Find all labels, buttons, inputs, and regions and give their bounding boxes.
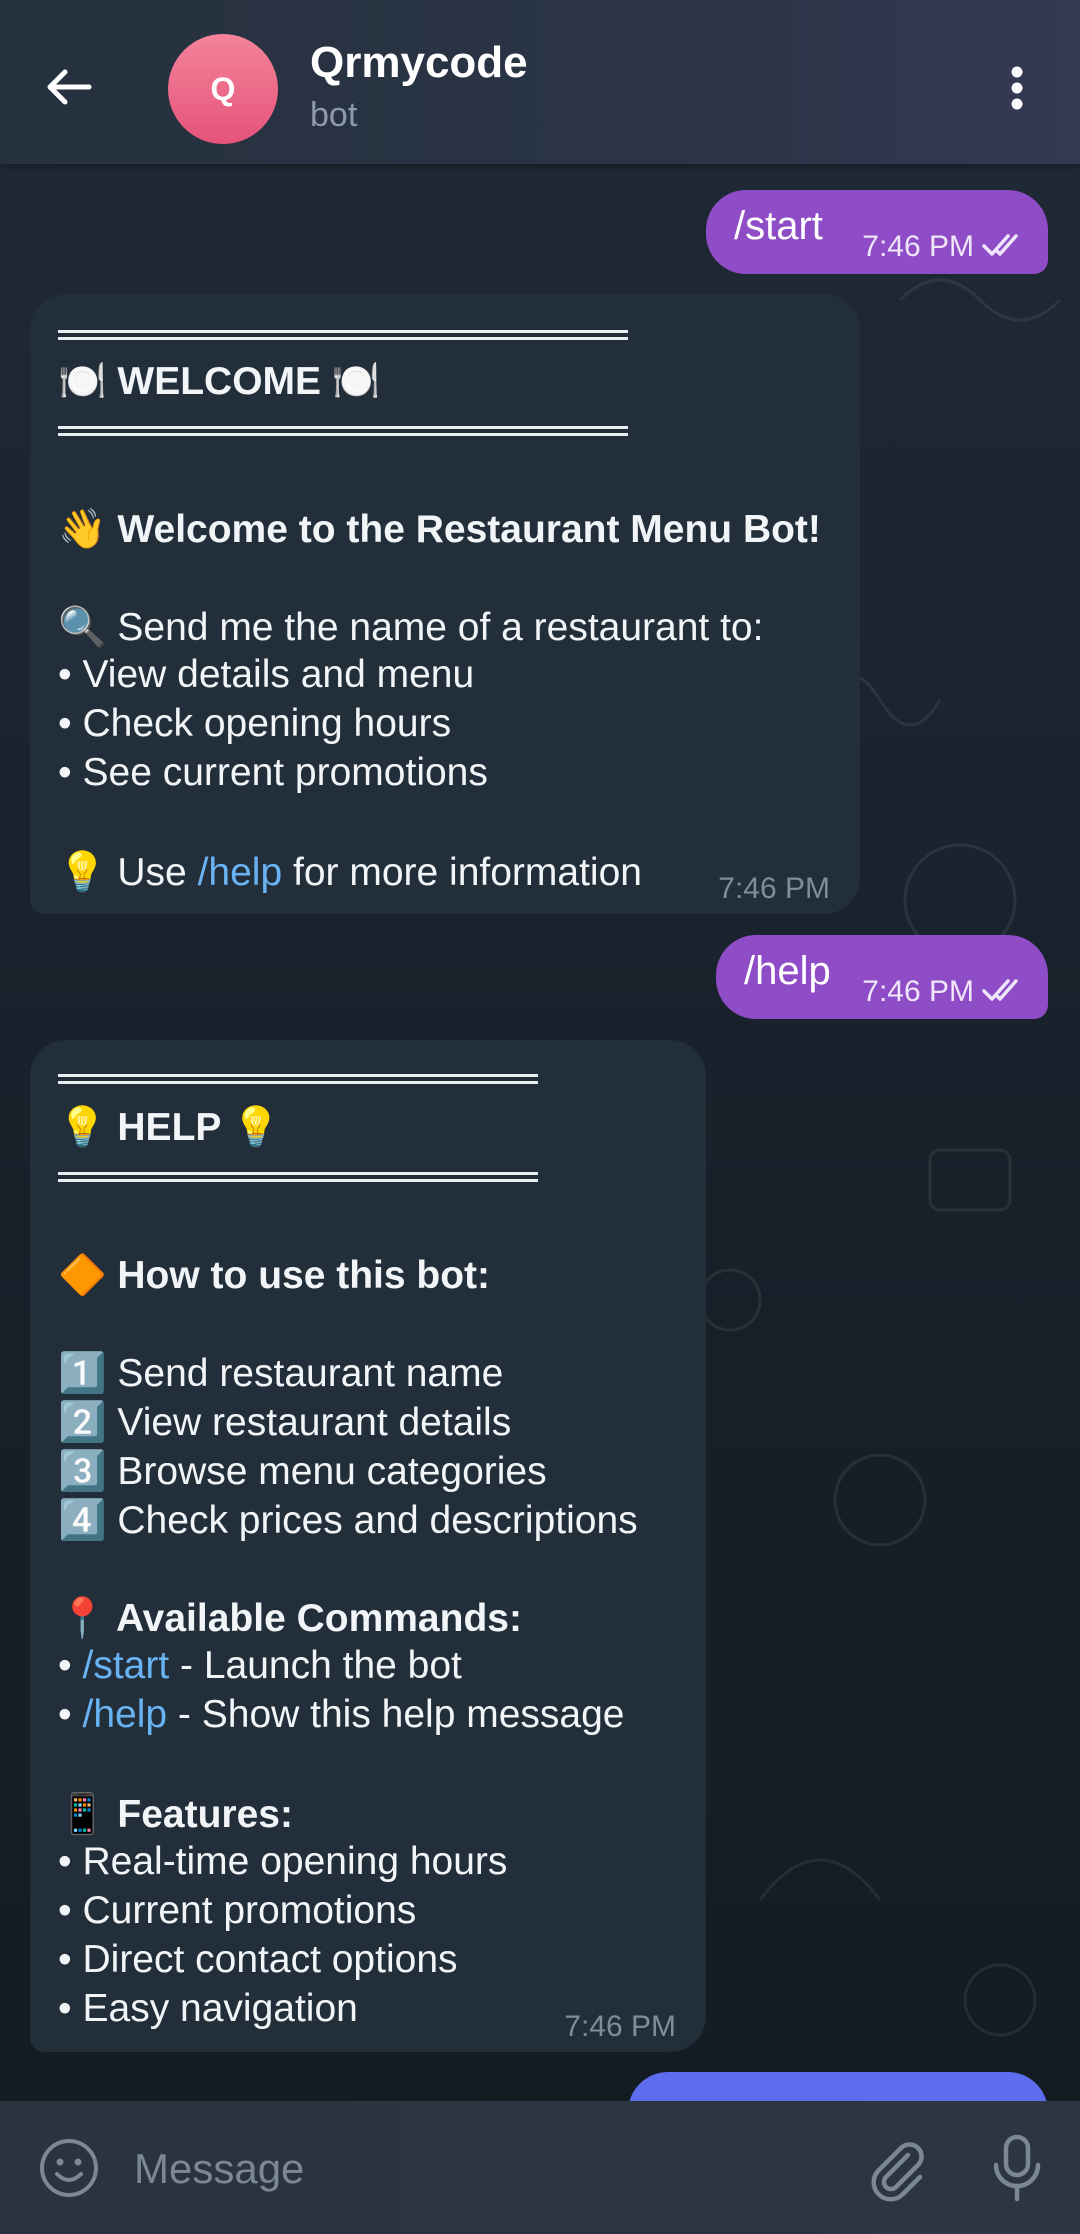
divider (58, 1074, 538, 1084)
message-text: /help (744, 949, 831, 993)
chat-header: Q Qrmycode bot (0, 0, 1080, 164)
bullet: • (58, 1693, 83, 1736)
divider (58, 330, 628, 340)
feature-item: • Direct contact options (58, 1938, 458, 1981)
help-command-link[interactable]: /help (83, 1693, 168, 1736)
welcome-bullet: • View details and menu (58, 653, 475, 696)
double-check-icon (982, 979, 1018, 1001)
divider (58, 426, 628, 436)
chat-title[interactable]: Qrmycode (310, 38, 528, 88)
help-step: 3️⃣ Browse menu categories (58, 1450, 547, 1493)
help-command-link[interactable]: /help (198, 851, 283, 894)
emoji-icon (40, 2139, 98, 2197)
start-command-link[interactable]: /start (83, 1644, 170, 1687)
features-title: 📱 Features: (58, 1793, 293, 1836)
outgoing-message[interactable]: /start 7:46 PM (706, 190, 1048, 274)
feature-item: • Easy navigation (58, 1987, 358, 2030)
welcome-footer: 💡 Use /help for more information (58, 849, 642, 895)
help-step: 2️⃣ View restaurant details (58, 1401, 512, 1444)
message-input[interactable] (132, 2131, 836, 2207)
incoming-message-welcome[interactable]: 🍽️ WELCOME 🍽️ 👋 Welcome to the Restauran… (30, 294, 860, 914)
help-step: 4️⃣ Check prices and descriptions (58, 1499, 638, 1542)
incoming-message-help[interactable]: 💡 HELP 💡 🔶 How to use this bot: 1️⃣ Send… (30, 1040, 706, 2052)
microphone-icon (993, 2134, 1041, 2202)
microphone-button[interactable] (982, 2131, 1052, 2205)
help-heading: 💡 HELP 💡 (58, 1106, 281, 1149)
message-input-bar (0, 2101, 1080, 2234)
arrow-left-icon (47, 69, 92, 105)
feature-item: • Real-time opening hours (58, 1840, 508, 1883)
message-time: 7:46 PM (564, 2010, 676, 2043)
footer-prefix: 💡 Use (58, 851, 198, 894)
divider (58, 1172, 538, 1182)
more-options-button[interactable] (990, 58, 1044, 118)
command-desc: - Show this help message (167, 1693, 625, 1736)
more-vertical-icon (1011, 66, 1023, 110)
chat-subtitle: bot (310, 96, 358, 134)
back-button[interactable] (34, 52, 104, 122)
outgoing-message[interactable]: /help 7:46 PM (716, 935, 1048, 1019)
footer-suffix: for more information (282, 851, 642, 894)
emoji-button[interactable] (38, 2137, 100, 2199)
commands-title: 📍 Available Commands: (58, 1597, 522, 1640)
help-howto: 🔶 How to use this bot: (58, 1254, 491, 1297)
command-item: • /start - Launch the bot (58, 1644, 462, 1688)
double-check-icon (982, 234, 1018, 256)
welcome-bullet: • Check opening hours (58, 702, 452, 745)
avatar[interactable]: Q (168, 34, 278, 144)
command-item: • /help - Show this help message (58, 1693, 624, 1737)
help-step: 1️⃣ Send restaurant name (58, 1352, 504, 1395)
message-time: 7:46 PM (718, 872, 830, 905)
welcome-bullet: • See current promotions (58, 751, 488, 794)
welcome-greeting: 👋 Welcome to the Restaurant Menu Bot! (58, 508, 821, 551)
message-time: 7:46 PM (862, 975, 974, 1008)
welcome-heading: 🍽️ WELCOME 🍽️ (58, 360, 381, 403)
feature-item: • Current promotions (58, 1889, 417, 1932)
welcome-intro: 🔍 Send me the name of a restaurant to: (58, 606, 764, 649)
message-text: /start (734, 204, 823, 248)
message-time: 7:46 PM (862, 230, 974, 263)
command-desc: - Launch the bot (169, 1644, 462, 1687)
paperclip-icon (871, 2142, 924, 2202)
attach-button[interactable] (860, 2133, 930, 2203)
bullet: • (58, 1644, 83, 1687)
